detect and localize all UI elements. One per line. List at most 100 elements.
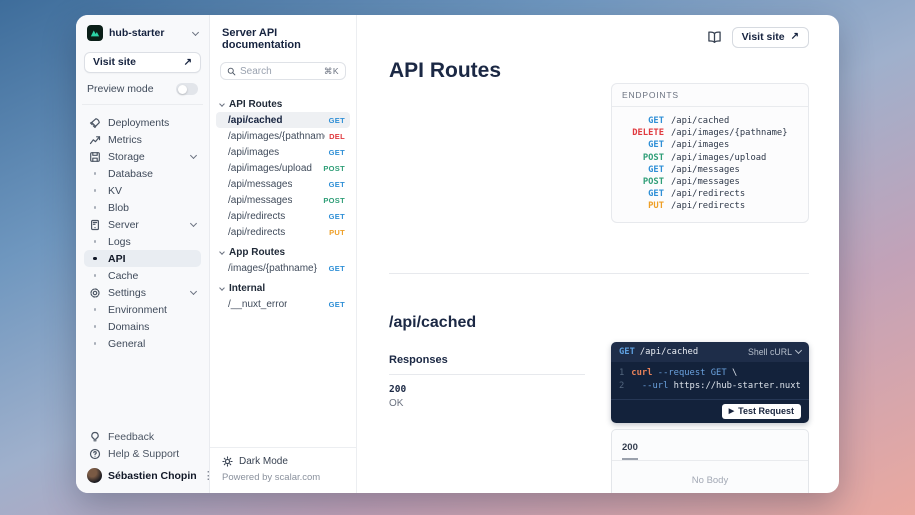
bullet-icon [89, 308, 101, 311]
search-box[interactable]: ⌘K [220, 62, 346, 80]
visit-site-button-top[interactable]: Visit site ↗ [732, 27, 809, 48]
endpoints-card: ENDPOINTS GET/api/cached DELETE/api/imag… [611, 83, 809, 223]
powered-by-link[interactable]: Powered by scalar.com [222, 472, 344, 483]
response-tab-200[interactable]: 200 [622, 442, 638, 460]
route-api-images-pathname-del[interactable]: /api/images/{pathname} DEL [216, 128, 350, 144]
endpoint-row[interactable]: DELETE/api/images/{pathname} [622, 127, 798, 139]
help-support-label: Help & Support [108, 448, 179, 460]
search-icon [227, 67, 236, 76]
section-api-routes[interactable]: API Routes [220, 96, 346, 112]
sidebar-item-deployments[interactable]: Deployments [84, 114, 201, 131]
sidebar-item-cache[interactable]: Cache [84, 267, 201, 284]
question-circle-icon [89, 448, 101, 460]
visit-site-button[interactable]: Visit site ↗ [84, 52, 201, 73]
workspace-name: hub-starter [109, 27, 187, 39]
storage-icon [89, 151, 101, 163]
section-divider [389, 273, 809, 274]
docs-panel-footer: Dark Mode Powered by scalar.com [210, 447, 356, 493]
endpoint-row[interactable]: POST/api/messages [622, 176, 798, 188]
client-selector[interactable]: Shell cURL [748, 347, 801, 357]
code-line: 2 --url https://hub-starter.nuxt.dev/api [619, 380, 801, 393]
user-name: Sébastien Chopin [108, 470, 197, 482]
feedback-button[interactable]: Feedback [84, 428, 201, 445]
method-badge: GET [329, 180, 345, 189]
search-input[interactable] [240, 66, 320, 77]
page-title: API Routes [389, 59, 611, 83]
sidebar-item-environment[interactable]: Environment [84, 301, 201, 318]
route-images-pathname-get[interactable]: /images/{pathname} GET [216, 260, 350, 276]
sidebar-item-settings[interactable]: Settings [84, 284, 201, 301]
response-body: No Body [612, 461, 808, 493]
route-nuxt-error-get[interactable]: /__nuxt_error GET [216, 296, 350, 312]
method-badge: GET [329, 148, 345, 157]
lightbulb-icon [89, 431, 101, 443]
help-support-button[interactable]: Help & Support [84, 445, 201, 462]
section-label: Internal [229, 283, 265, 294]
hub-logo-icon [87, 25, 103, 41]
chevron-down-icon [190, 152, 197, 159]
method-badge: DEL [329, 132, 345, 141]
request-example-card: GET /api/cached Shell cURL 1curl --reque… [611, 342, 809, 423]
api-routes-section: API Routes ENDPOINTS GET/api/cached DELE… [389, 47, 809, 223]
section-internal[interactable]: Internal [220, 280, 346, 296]
sidebar-item-label: Storage [108, 151, 184, 163]
endpoint-row[interactable]: PUT/api/redirects [622, 200, 798, 212]
arrow-up-right-icon: ↗ [184, 57, 192, 68]
endpoint-row[interactable]: GET/api/cached [622, 115, 798, 127]
route-api-images-get[interactable]: /api/images GET [216, 144, 350, 160]
request-card-footer: ▶ Test Request [611, 399, 809, 423]
sidebar-item-storage[interactable]: Storage [84, 148, 201, 165]
method-badge: GET [329, 300, 345, 309]
sidebar-item-server[interactable]: Server [84, 216, 201, 233]
chevron-down-icon [219, 249, 225, 255]
method-badge: GET [329, 264, 345, 273]
sidebar-item-domains[interactable]: Domains [84, 318, 201, 335]
request-card-header: GET /api/cached Shell cURL [611, 342, 809, 362]
route-api-cached-get[interactable]: /api/cached GET [216, 112, 350, 128]
response-example-card: 200 No Body OK [611, 429, 809, 493]
sidebar-item-blob[interactable]: Blob [84, 199, 201, 216]
endpoints-card-title: ENDPOINTS [612, 84, 808, 107]
endpoint-row[interactable]: POST/api/images/upload [622, 152, 798, 164]
sidebar-item-kv[interactable]: KV [84, 182, 201, 199]
sidebar-item-logs[interactable]: Logs [84, 233, 201, 250]
sidebar-item-database[interactable]: Database [84, 165, 201, 182]
docs-panel-title: Server API documentation [210, 15, 356, 60]
method-badge: GET [329, 212, 345, 221]
endpoint-row[interactable]: GET/api/messages [622, 164, 798, 176]
section-label: App Routes [229, 247, 285, 258]
route-api-images-upload-post[interactable]: /api/images/upload POST [216, 160, 350, 176]
sidebar-item-metrics[interactable]: Metrics [84, 131, 201, 148]
visit-site-label: Visit site [742, 31, 785, 43]
sidebar-item-label: General [108, 338, 196, 350]
bullet-icon [89, 206, 101, 209]
bullet-icon [89, 172, 101, 175]
arrow-up-right-icon: ↗ [791, 31, 799, 42]
sidebar-item-general[interactable]: General [84, 335, 201, 352]
book-icon[interactable] [707, 30, 722, 45]
route-api-messages-get[interactable]: /api/messages GET [216, 176, 350, 192]
route-api-redirects-get[interactable]: /api/redirects GET [216, 208, 350, 224]
sidebar-item-label: API [108, 253, 196, 265]
endpoint-row[interactable]: GET/api/images [622, 139, 798, 151]
response-status-code: 200 [389, 384, 585, 395]
route-api-messages-post[interactable]: /api/messages POST [216, 192, 350, 208]
sidebar-item-label: Database [108, 168, 196, 180]
workspace-switcher[interactable]: hub-starter [84, 23, 201, 43]
api-cached-section: /api/cached Responses 200 OK GET /api/ca… [389, 314, 809, 493]
bullet-icon [89, 274, 101, 277]
section-app-routes[interactable]: App Routes [220, 244, 346, 260]
user-profile[interactable]: Sébastien Chopin ⋮ [84, 468, 201, 483]
feedback-label: Feedback [108, 431, 154, 443]
chart-icon [89, 134, 101, 146]
preview-mode-toggle[interactable] [176, 83, 198, 95]
response-status-text: OK [389, 398, 585, 409]
operation-title: /api/cached [389, 314, 585, 332]
endpoint-row[interactable]: GET/api/redirects [622, 188, 798, 200]
method-badge: GET [329, 116, 345, 125]
sun-icon [222, 456, 233, 467]
sidebar-item-api[interactable]: API [84, 250, 201, 267]
test-request-button[interactable]: ▶ Test Request [722, 404, 801, 419]
route-api-redirects-put[interactable]: /api/redirects PUT [216, 224, 350, 240]
dark-mode-toggle[interactable]: Dark Mode [222, 456, 344, 467]
